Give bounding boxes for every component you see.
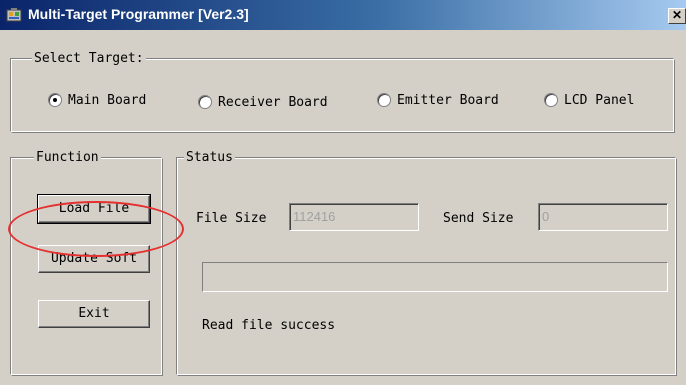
title-bar[interactable]: Multi-Target Programmer [Ver2.3] ✕ [0,0,686,30]
radio-emitter-board-circle [377,93,391,107]
radio-selected-dot [53,98,57,102]
progress-bar [202,262,668,292]
close-icon: ✕ [671,8,683,22]
send-size-field: 0 [538,203,668,231]
radio-main-board-circle [48,93,62,107]
radio-emitter-board-label: Emitter Board [397,93,499,108]
function-label: Function [34,150,101,165]
radio-receiver-board-circle [198,95,212,109]
programmer-window: Multi-Target Programmer [Ver2.3] ✕ Selec… [0,0,686,385]
radio-lcd-panel-circle [544,93,558,107]
exit-button[interactable]: Exit [38,300,150,328]
select-target-label: Select Target: [32,51,146,66]
radio-main-board-label: Main Board [68,93,147,108]
update-soft-button[interactable]: Update Soft [38,245,150,273]
close-button[interactable]: ✕ [668,8,686,24]
radio-lcd-panel-label: LCD Panel [564,93,635,108]
load-file-button[interactable]: Load File [37,194,151,224]
window-title: Multi-Target Programmer [Ver2.3] [28,6,249,22]
file-size-label: File Size [196,211,267,226]
send-size-label: Send Size [443,211,514,226]
dialog-body: Select Target: Main Board Receiver Board… [0,30,686,385]
app-icon [6,8,22,22]
status-message: Read file success [202,318,336,333]
status-label: Status [184,150,235,165]
radio-receiver-board-label: Receiver Board [218,95,328,110]
file-size-field: 112416 [289,203,419,231]
